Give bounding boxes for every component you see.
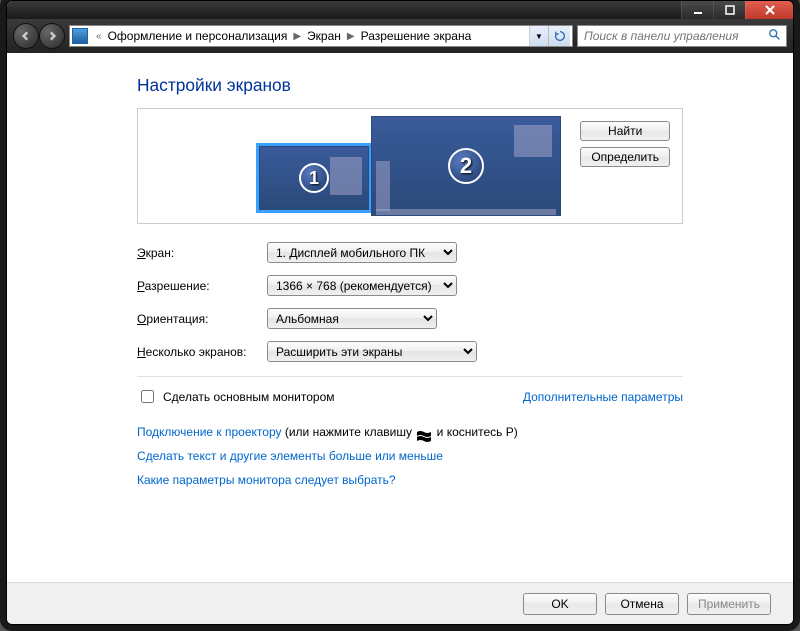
text-size-link[interactable]: Сделать текст и другие элементы больше и… xyxy=(137,449,443,463)
breadcrumb[interactable]: « Оформление и персонализация ▶ Экран ▶ … xyxy=(69,25,573,47)
monitor-1[interactable]: 1 xyxy=(259,146,369,210)
orientation-select[interactable]: Альбомная xyxy=(267,308,437,329)
cancel-button[interactable]: Отмена xyxy=(605,593,679,615)
content-area: Настройки экранов 1 2 Найти Определить Э… xyxy=(7,53,793,582)
separator xyxy=(137,376,683,377)
help-links: Подключение к проектору (или нажмите кла… xyxy=(137,420,683,492)
back-button[interactable] xyxy=(13,23,39,49)
make-primary-label: Сделать основным монитором xyxy=(163,390,335,404)
address-dropdown-icon[interactable]: ▼ xyxy=(530,26,548,46)
orientation-label: Ориентация: xyxy=(137,312,267,326)
screen-select[interactable]: 1. Дисплей мобильного ПК xyxy=(267,242,457,263)
navbar: « Оформление и персонализация ▶ Экран ▶ … xyxy=(7,19,793,53)
refresh-button[interactable] xyxy=(548,26,570,46)
projector-link[interactable]: Подключение к проектору xyxy=(137,425,282,439)
multiple-displays-label: Несколько экранов: xyxy=(137,345,267,359)
settings-form: Экран: 1. Дисплей мобильного ПК Разрешен… xyxy=(137,242,683,362)
apply-button[interactable]: Применить xyxy=(687,593,771,615)
projector-hint-pre: (или нажмите клавишу xyxy=(282,425,416,439)
which-monitor-link[interactable]: Какие параметры монитора следует выбрать… xyxy=(137,473,396,487)
monitor-number: 2 xyxy=(448,148,484,184)
close-button[interactable] xyxy=(745,1,793,19)
page-title: Настройки экранов xyxy=(137,75,683,96)
resolution-label: Разрешение: xyxy=(137,279,267,293)
detect-button[interactable]: Определить xyxy=(580,147,670,167)
minimize-button[interactable] xyxy=(681,1,713,19)
windows-key-icon xyxy=(417,427,431,439)
nav-buttons xyxy=(13,23,65,49)
control-panel-icon xyxy=(72,28,88,44)
screen-label: Экран: xyxy=(137,246,267,260)
forward-button[interactable] xyxy=(39,23,65,49)
projector-hint-post: и коснитесь P) xyxy=(433,425,517,439)
control-panel-window: « Оформление и персонализация ▶ Экран ▶ … xyxy=(6,0,794,625)
titlebar xyxy=(7,1,793,19)
find-button[interactable]: Найти xyxy=(580,121,670,141)
breadcrumb-part[interactable]: Экран xyxy=(305,29,343,43)
search-input[interactable] xyxy=(582,28,768,44)
search-icon[interactable] xyxy=(768,28,782,45)
multiple-displays-select[interactable]: Расширить эти экраны xyxy=(267,341,477,362)
search-box[interactable] xyxy=(577,25,787,47)
ok-button[interactable]: OK xyxy=(523,593,597,615)
make-primary-checkbox[interactable] xyxy=(141,390,154,403)
resolution-select[interactable]: 1366 × 768 (рекомендуется) xyxy=(267,275,457,296)
breadcrumb-back-chevron: « xyxy=(92,31,106,42)
maximize-button[interactable] xyxy=(713,1,745,19)
primary-monitor-row: Сделать основным монитором Дополнительны… xyxy=(137,387,683,406)
footer: OK Отмена Применить xyxy=(7,582,793,624)
breadcrumb-part[interactable]: Разрешение экрана xyxy=(359,29,474,43)
monitor-number: 1 xyxy=(299,163,329,193)
chevron-right-icon: ▶ xyxy=(289,31,305,42)
breadcrumb-part[interactable]: Оформление и персонализация xyxy=(106,29,290,43)
chevron-right-icon: ▶ xyxy=(343,31,359,42)
advanced-settings-link[interactable]: Дополнительные параметры xyxy=(523,390,683,404)
display-preview[interactable]: 1 2 Найти Определить xyxy=(137,108,683,224)
monitor-2[interactable]: 2 xyxy=(371,116,561,216)
